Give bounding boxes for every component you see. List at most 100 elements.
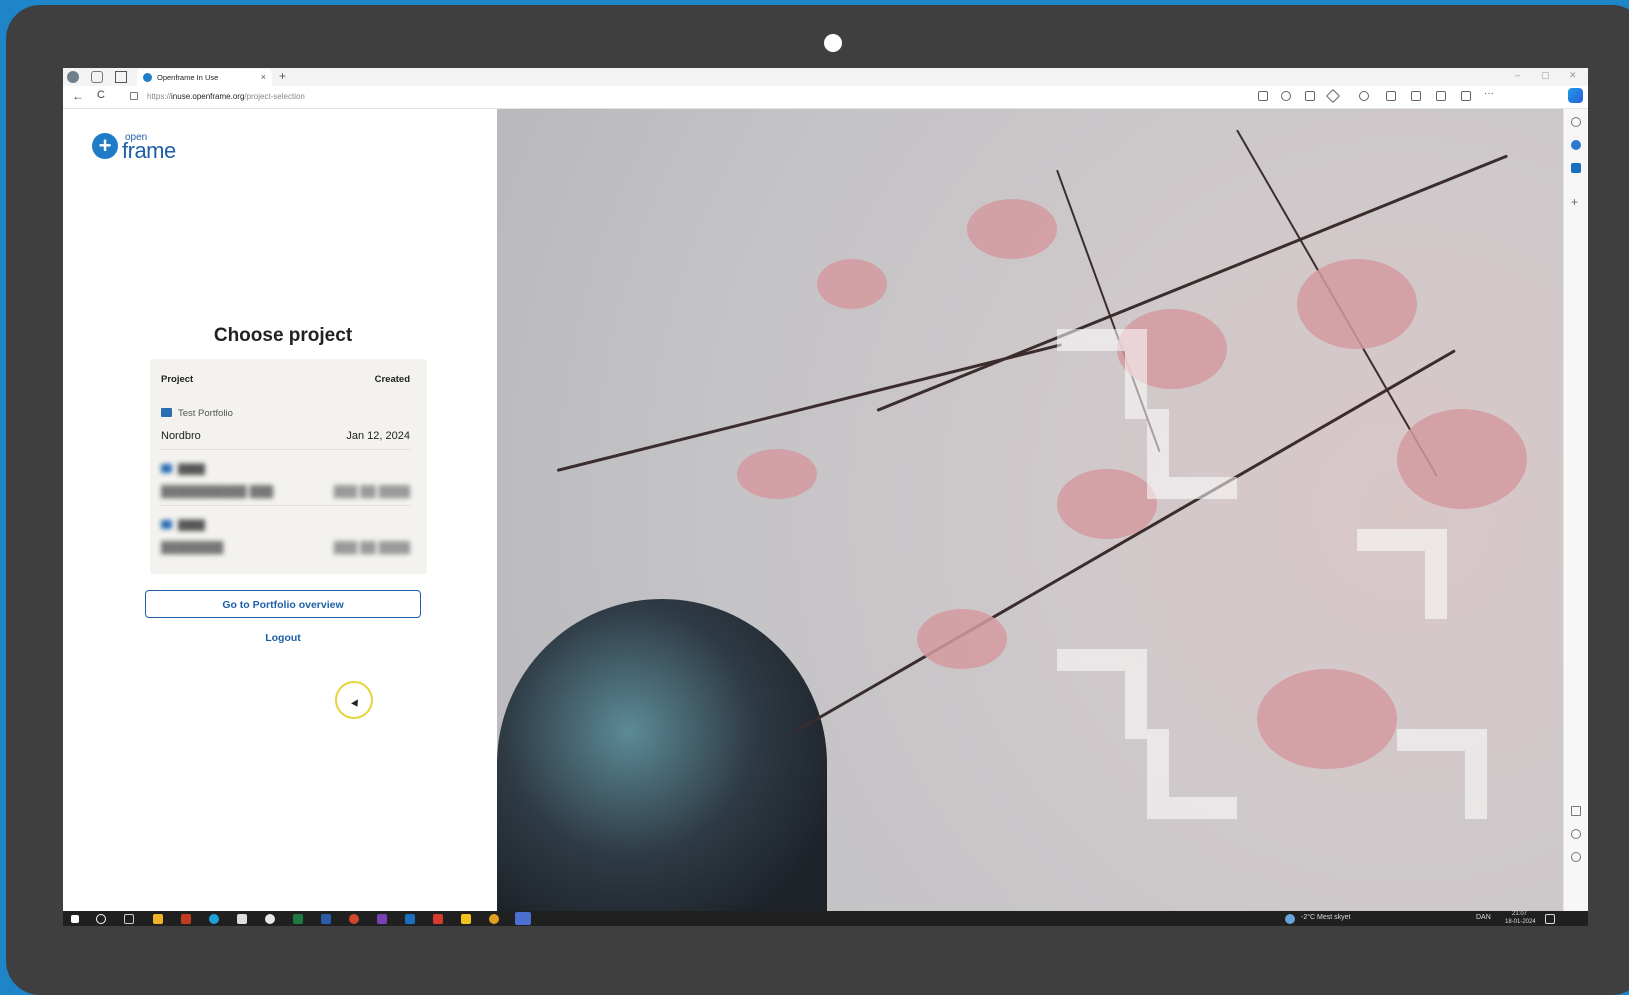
camera-dot [824, 34, 842, 52]
blossom [1397, 409, 1527, 509]
portfolio-label: ████ [178, 520, 205, 531]
file-explorer-icon[interactable] [153, 914, 163, 924]
word-icon[interactable] [321, 914, 331, 924]
minimize-icon[interactable]: – [1515, 70, 1520, 80]
weather-text[interactable]: -2°C Mest skyet [1301, 914, 1350, 921]
portfolio-overview-button[interactable]: Go to Portfolio overview [145, 590, 421, 618]
pdf-icon[interactable] [433, 914, 443, 924]
reload-icon[interactable]: C [97, 89, 105, 101]
blossom [917, 609, 1007, 669]
excel-icon[interactable] [293, 914, 303, 924]
new-tab-icon[interactable]: + [279, 69, 286, 83]
outlook-icon[interactable] [1571, 163, 1581, 173]
brand-chevron [1147, 729, 1237, 819]
read-icon[interactable] [1258, 91, 1268, 101]
clock-time[interactable]: 21:07 [1512, 911, 1527, 917]
header-created: Created [374, 374, 410, 385]
clock-date[interactable]: 18-01-2024 [1505, 919, 1536, 925]
settings-gear-icon[interactable] [1571, 852, 1581, 862]
workspaces-icon[interactable] [91, 71, 103, 83]
row-divider [161, 449, 410, 450]
edge-icon[interactable] [209, 914, 219, 924]
url-prefix: https:// [147, 92, 172, 101]
mail-icon[interactable] [237, 914, 247, 924]
chrome-icon[interactable] [489, 914, 499, 924]
hero-image [497, 109, 1563, 926]
chrome-alt-icon[interactable] [265, 914, 275, 924]
project-name[interactable]: Nordbro [161, 430, 201, 442]
maximize-icon[interactable]: ▢ [1541, 70, 1550, 81]
brand-chevron [1057, 329, 1147, 419]
back-icon[interactable]: ← [72, 89, 84, 103]
open-external-icon[interactable] [1571, 829, 1581, 839]
blossom [1057, 469, 1157, 539]
page: + open frame Choose project Project Crea… [63, 109, 1563, 926]
split-screen-icon[interactable] [1386, 91, 1396, 101]
lock-icon[interactable] [130, 92, 138, 100]
browser-sidebar: + [1563, 109, 1588, 911]
add-icon[interactable]: + [1571, 196, 1581, 208]
search-icon[interactable] [1571, 117, 1581, 127]
notifications-icon[interactable] [1545, 914, 1555, 924]
read-aloud-icon[interactable] [1305, 91, 1315, 101]
brand-chevron [1147, 409, 1237, 499]
page-title: Choose project [213, 325, 353, 346]
project-name[interactable]: ███████████ ███ [161, 486, 273, 498]
project-name[interactable]: ████████ [161, 542, 223, 554]
project-table: Project Created Test Portfolio Nordbro J… [150, 359, 427, 574]
logout-link[interactable]: Logout [63, 632, 503, 644]
url-path: /project-selection [244, 92, 305, 101]
copilot-icon[interactable] [1568, 88, 1583, 103]
blurred-building [497, 599, 827, 926]
powerpoint-icon[interactable] [349, 914, 359, 924]
favorites-icon[interactable] [1411, 91, 1421, 101]
zoom-icon[interactable] [1281, 91, 1291, 101]
tab-title: Openframe In Use [157, 73, 219, 82]
project-date: ███ ██ ████ [333, 542, 410, 554]
tools-icon[interactable] [1571, 140, 1581, 150]
screen: Openframe In Use × + – ▢ ✕ ← C https://i… [63, 68, 1588, 926]
blossom [737, 449, 817, 499]
brand-chevron [1357, 529, 1447, 619]
url-field[interactable]: https://inuse.openframe.org/project-sele… [147, 89, 1197, 104]
logo-text-frame: frame [122, 138, 176, 163]
search-icon[interactable] [96, 914, 106, 924]
sidebar-toggle-icon[interactable] [1571, 806, 1581, 816]
brand-chevron [1397, 729, 1487, 819]
address-bar: ← C https://inuse.openframe.org/project-… [63, 86, 1588, 109]
app-icon[interactable] [181, 914, 191, 924]
close-window-icon[interactable]: ✕ [1569, 70, 1577, 81]
row-portfolio: ████ [161, 464, 205, 475]
more-icon[interactable]: ··· [1484, 88, 1494, 99]
windows-start-icon[interactable] [71, 915, 79, 923]
browser-essentials-icon[interactable] [1461, 91, 1471, 101]
header-project: Project [161, 374, 194, 385]
extensions-icon[interactable] [1359, 91, 1369, 101]
sticky-notes-icon[interactable] [461, 914, 471, 924]
language-indicator[interactable]: DAN [1476, 914, 1491, 921]
favorite-star-icon[interactable] [1325, 88, 1341, 104]
close-tab-icon[interactable]: × [261, 72, 266, 82]
portfolio-label: Test Portfolio [178, 408, 233, 419]
row-portfolio: Test Portfolio [161, 408, 233, 419]
outlook-icon[interactable] [405, 914, 415, 924]
tab-bar: Openframe In Use × + – ▢ ✕ [63, 68, 1588, 86]
project-date: Jan 12, 2024 [346, 430, 410, 442]
portfolio-icon [161, 464, 172, 473]
blossom [1297, 259, 1417, 349]
profile-icon[interactable] [67, 71, 79, 83]
tab-actions-icon[interactable] [115, 71, 127, 83]
project-date: ███ ██ ████ [333, 486, 410, 498]
collections-icon[interactable] [1436, 91, 1446, 101]
left-panel: + open frame Choose project Project Crea… [63, 109, 498, 911]
row-divider [161, 505, 410, 506]
cursor-highlight [335, 681, 373, 719]
onenote-icon[interactable] [377, 914, 387, 924]
active-app-icon[interactable] [515, 912, 531, 925]
openframe-favicon [143, 73, 152, 82]
weather-icon[interactable] [1285, 914, 1295, 924]
tab-openframe[interactable]: Openframe In Use × [137, 69, 272, 86]
task-view-icon[interactable] [124, 914, 134, 924]
blossom [967, 199, 1057, 259]
portfolio-icon [161, 520, 172, 529]
